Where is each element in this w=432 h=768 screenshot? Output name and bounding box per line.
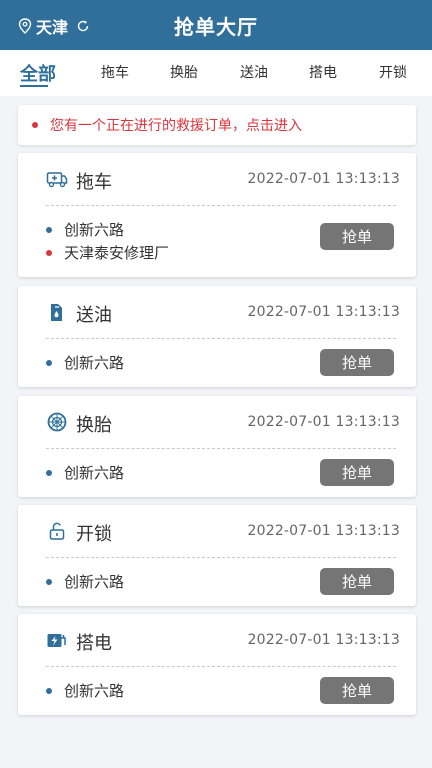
lock-icon xyxy=(49,522,65,540)
order-card[interactable]: 开锁 2022-07-01 13:13:13 创新六路 抢单 xyxy=(18,505,416,606)
order-time: 2022-07-01 13:13:13 xyxy=(247,632,400,648)
tab-fuel[interactable]: 送油 xyxy=(240,62,268,82)
order-time: 2022-07-01 13:13:13 xyxy=(247,304,400,320)
tab-tow[interactable]: 拖车 xyxy=(101,62,129,82)
card-divider xyxy=(46,338,396,339)
jump-start-icon xyxy=(47,634,66,647)
tab-unlock[interactable]: 开锁 xyxy=(379,62,407,82)
active-tab-indicator xyxy=(20,85,48,87)
start-address: 创新六路 xyxy=(46,352,124,373)
start-address: 创新六路 xyxy=(46,462,124,483)
ongoing-order-notice[interactable]: 您有一个正在进行的救援订单，点击进入 xyxy=(18,105,416,145)
tow-truck-icon xyxy=(46,172,68,188)
start-bullet xyxy=(46,226,52,233)
service-type: 送油 xyxy=(76,305,112,326)
order-time: 2022-07-01 13:13:13 xyxy=(247,414,400,430)
card-divider xyxy=(46,557,396,558)
destination-bullet xyxy=(46,249,52,256)
tab-all[interactable]: 全部 xyxy=(20,60,56,86)
start-address: 创新六路 xyxy=(46,680,124,701)
start-bullet xyxy=(46,687,52,694)
tab-tire[interactable]: 换胎 xyxy=(170,62,198,82)
card-header: 开锁 2022-07-01 13:13:13 xyxy=(18,505,416,557)
fuel-can-icon xyxy=(51,304,62,321)
card-divider xyxy=(46,448,396,449)
address-text: 创新六路 xyxy=(64,354,125,372)
order-card[interactable]: 搭电 2022-07-01 13:13:13 创新六路 抢单 xyxy=(18,614,416,715)
grab-order-button[interactable]: 抢单 xyxy=(320,349,394,376)
start-bullet xyxy=(46,469,52,476)
service-type: 搭电 xyxy=(76,633,112,654)
start-bullet xyxy=(46,359,52,366)
tab-jump-start[interactable]: 搭电 xyxy=(309,62,337,82)
order-time: 2022-07-01 13:13:13 xyxy=(247,523,400,539)
notice-text: 您有一个正在进行的救援订单，点击进入 xyxy=(50,118,302,134)
grab-order-button[interactable]: 抢单 xyxy=(320,459,394,486)
address-text: 天津泰安修理厂 xyxy=(64,244,170,262)
address-text: 创新六路 xyxy=(64,573,125,591)
service-type: 开锁 xyxy=(76,524,112,545)
address-text: 创新六路 xyxy=(64,464,125,482)
category-tabs: 全部 拖车 换胎 送油 搭电 开锁 xyxy=(0,50,432,96)
start-bullet xyxy=(46,578,52,585)
card-header: 换胎 2022-07-01 13:13:13 xyxy=(18,396,416,448)
card-divider xyxy=(46,666,396,667)
service-type: 换胎 xyxy=(76,415,112,436)
order-card[interactable]: 送油 2022-07-01 13:13:13 创新六路 抢单 xyxy=(18,286,416,387)
card-header: 搭电 2022-07-01 13:13:13 xyxy=(18,614,416,666)
order-time: 2022-07-01 13:13:13 xyxy=(247,171,400,187)
grab-order-button[interactable]: 抢单 xyxy=(320,677,394,704)
address-text: 创新六路 xyxy=(64,221,125,239)
destination-address: 天津泰安修理厂 xyxy=(46,242,169,263)
page-title: 抢单大厅 xyxy=(174,15,258,39)
grab-order-button[interactable]: 抢单 xyxy=(320,223,394,250)
card-header: 送油 2022-07-01 13:13:13 xyxy=(18,286,416,338)
top-bar: 天津 抢单大厅 xyxy=(0,0,432,50)
start-address: 创新六路 xyxy=(46,219,124,240)
order-card[interactable]: 换胎 2022-07-01 13:13:13 创新六路 抢单 xyxy=(18,396,416,497)
address-text: 创新六路 xyxy=(64,682,125,700)
tire-icon xyxy=(47,412,67,432)
start-address: 创新六路 xyxy=(46,571,124,592)
service-type: 拖车 xyxy=(76,172,112,193)
notice-dot xyxy=(32,122,38,128)
order-card[interactable]: 拖车 2022-07-01 13:13:13 创新六路 天津泰安修理厂 抢单 xyxy=(18,153,416,277)
card-header: 拖车 2022-07-01 13:13:13 xyxy=(18,153,416,205)
card-divider xyxy=(46,205,396,206)
grab-order-button[interactable]: 抢单 xyxy=(320,568,394,595)
